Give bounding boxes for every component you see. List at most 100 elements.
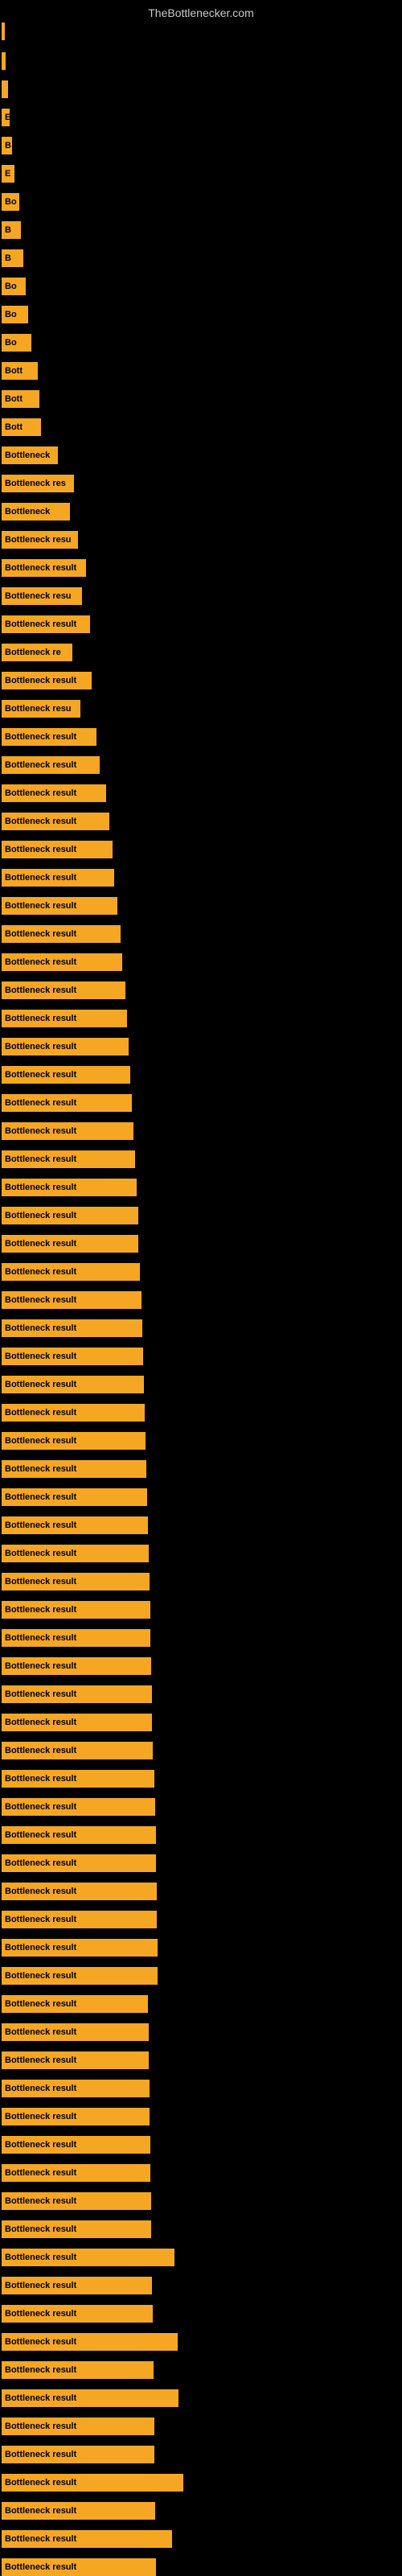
bar-row: Bottleneck result [2,1995,148,2013]
bar-label: Bottleneck result [5,1267,76,1277]
bar: Bottleneck result [2,2051,149,2069]
bar [2,80,8,98]
bar-label: Bottleneck result [5,1492,76,1502]
bar-row: Bottleneck result [2,1798,155,1816]
bar: Bott [2,362,38,380]
bar: Bottleneck result [2,1094,132,1112]
bar: Bottleneck result [2,2558,156,2576]
bar: Bottleneck result [2,1460,146,1478]
bar: Bottleneck result [2,841,113,858]
bar: B [2,221,21,239]
bar-label: Bottleneck result [5,2450,76,2459]
bar: Bottleneck result [2,2418,154,2435]
bar-row: Bottleneck result [2,1207,138,1224]
bar [2,23,5,40]
bar-label: Bottleneck result [5,2055,76,2065]
bar: Bottleneck result [2,1798,155,1816]
bar: Bottleneck result [2,2474,183,2492]
bar-label: Bo [5,310,17,319]
bar-label: Bottleneck result [5,2337,76,2347]
bar-row [2,80,8,98]
bar: Bottleneck result [2,1911,157,1928]
bar-row: Bottleneck result [2,1742,153,1759]
bar-row: Bottleneck result [2,1770,154,1788]
bar-row: Bottleneck result [2,1150,135,1168]
bar-row: Bottleneck result [2,813,109,830]
bar-label: Bottleneck result [5,1577,76,1586]
bar-row: Bottleneck result [2,1629,150,1647]
bar-label: Bottleneck resu [5,704,72,714]
site-title: TheBottlenecker.com [0,0,402,23]
bar-row: Bottleneck result [2,1066,130,1084]
bar: Bottleneck result [2,1854,156,1872]
bar-row: Bottleneck result [2,2220,151,2238]
bar: Bottleneck result [2,2249,174,2266]
bar: Bott [2,418,41,436]
bar-label: Bottleneck res [5,479,66,488]
bar: Bottleneck result [2,2333,178,2351]
bar: B [2,249,23,267]
bar-row: Bo [2,193,19,211]
bar-row: Bottleneck result [2,2249,174,2266]
bar: Bottleneck result [2,1348,143,1365]
bar-label: Bottleneck result [5,986,76,995]
bar-row: Bottleneck resu [2,531,78,549]
bar: Bottleneck result [2,2530,172,2548]
bar-label: Bottleneck result [5,1323,76,1333]
bar-row: Bottleneck re [2,644,72,661]
bar: Bottleneck result [2,1376,144,1393]
bar-row: Bo [2,306,28,323]
bar-row: Bottleneck result [2,2023,149,2041]
bar: Bottleneck result [2,1432,146,1450]
bar-row: Bottleneck result [2,1376,144,1393]
bar-row: Bottleneck result [2,1826,156,1844]
bar-label: Bottleneck result [5,1098,76,1108]
bar: Bottleneck result [2,1038,129,1056]
bar-label: E [5,169,10,179]
bar-label: Bottleneck result [5,1830,76,1840]
bar: Bottleneck result [2,672,92,689]
bar-label: Bottleneck result [5,1661,76,1671]
bar-row: Bottleneck result [2,897,117,915]
bar-row: B [2,249,23,267]
bar-label: Bottleneck result [5,1746,76,1755]
bar-row: Bo [2,334,31,352]
bar-label: Bottleneck resu [5,535,72,545]
bar-row: Bottleneck result [2,2333,178,2351]
bar-label: Bottleneck result [5,2281,76,2290]
bar-row: Bottleneck result [2,841,113,858]
bar-row: Bottleneck result [2,1657,151,1675]
bar-label: Bottleneck result [5,2422,76,2431]
bar-row: Bottleneck result [2,1010,127,1027]
bar-row: Bottleneck resu [2,587,82,605]
bar: Bottleneck result [2,1291,142,1309]
bar: Bottleneck result [2,1573,150,1590]
bar-row: Bottleneck result [2,2305,153,2323]
bar-label: Bottleneck result [5,2478,76,2488]
bar: E [2,165,14,183]
bar-label: Bottleneck result [5,1915,76,1924]
bar-row: Bott [2,390,39,408]
bar-row: Bottleneck result [2,2164,150,2182]
bar-label: Bottleneck result [5,2140,76,2150]
bar-label: B [5,225,11,235]
bar-label: Bottleneck result [5,1154,76,1164]
bar: Bottleneck res [2,475,74,492]
bar-row: Bottleneck res [2,475,74,492]
bar-row: Bottleneck result [2,1545,149,1562]
bar-row: Bottleneck [2,446,58,464]
bar: Bottleneck result [2,1826,156,1844]
bar-label: Bottleneck result [5,2112,76,2121]
bar: Bottleneck [2,446,58,464]
bar-label: Bottleneck result [5,563,76,573]
bar-row: Bottleneck result [2,672,92,689]
bar-label: B [5,141,11,150]
bar-label: Bottleneck result [5,1464,76,1474]
bar-row: Bottleneck result [2,2051,149,2069]
bar-row: B [2,221,21,239]
bar-label: B [5,253,11,263]
bar-label: Bottleneck result [5,2253,76,2262]
bar-label: Bottleneck result [5,2027,76,2037]
bar-row: Bottleneck result [2,2530,172,2548]
bar: Bottleneck resu [2,700,80,718]
